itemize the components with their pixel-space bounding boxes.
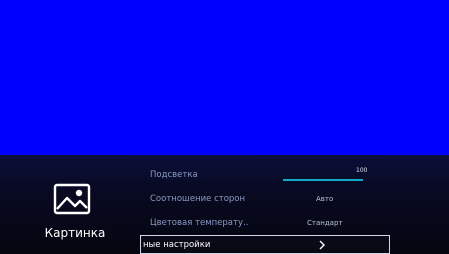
video-preview-area <box>0 0 449 155</box>
category-picture[interactable]: Картинка <box>30 178 120 248</box>
setting-label: Соотношение сторон <box>150 194 246 204</box>
settings-panel: Картинка Подсветка 100 Соотношение сторо… <box>0 155 449 254</box>
setting-label: ные настройки <box>143 240 211 250</box>
backlight-slider[interactable] <box>283 179 363 181</box>
setting-backlight[interactable]: Подсветка 100 <box>140 167 390 187</box>
chevron-right-icon <box>319 240 325 250</box>
setting-advanced-settings[interactable]: ные настройки <box>140 235 390 254</box>
setting-color-temperature[interactable]: Цветовая температу.. Стандарт <box>140 215 390 235</box>
setting-label: Подсветка <box>150 170 198 180</box>
slider-value: 100 <box>356 167 368 174</box>
setting-value: Стандарт <box>307 219 343 227</box>
setting-value: Авто <box>316 195 334 203</box>
setting-aspect-ratio[interactable]: Соотношение сторон Авто <box>140 191 390 211</box>
category-label: Картинка <box>44 226 106 240</box>
image-icon <box>53 183 91 215</box>
slider-fill <box>283 179 363 181</box>
setting-label: Цветовая температу.. <box>150 218 249 228</box>
